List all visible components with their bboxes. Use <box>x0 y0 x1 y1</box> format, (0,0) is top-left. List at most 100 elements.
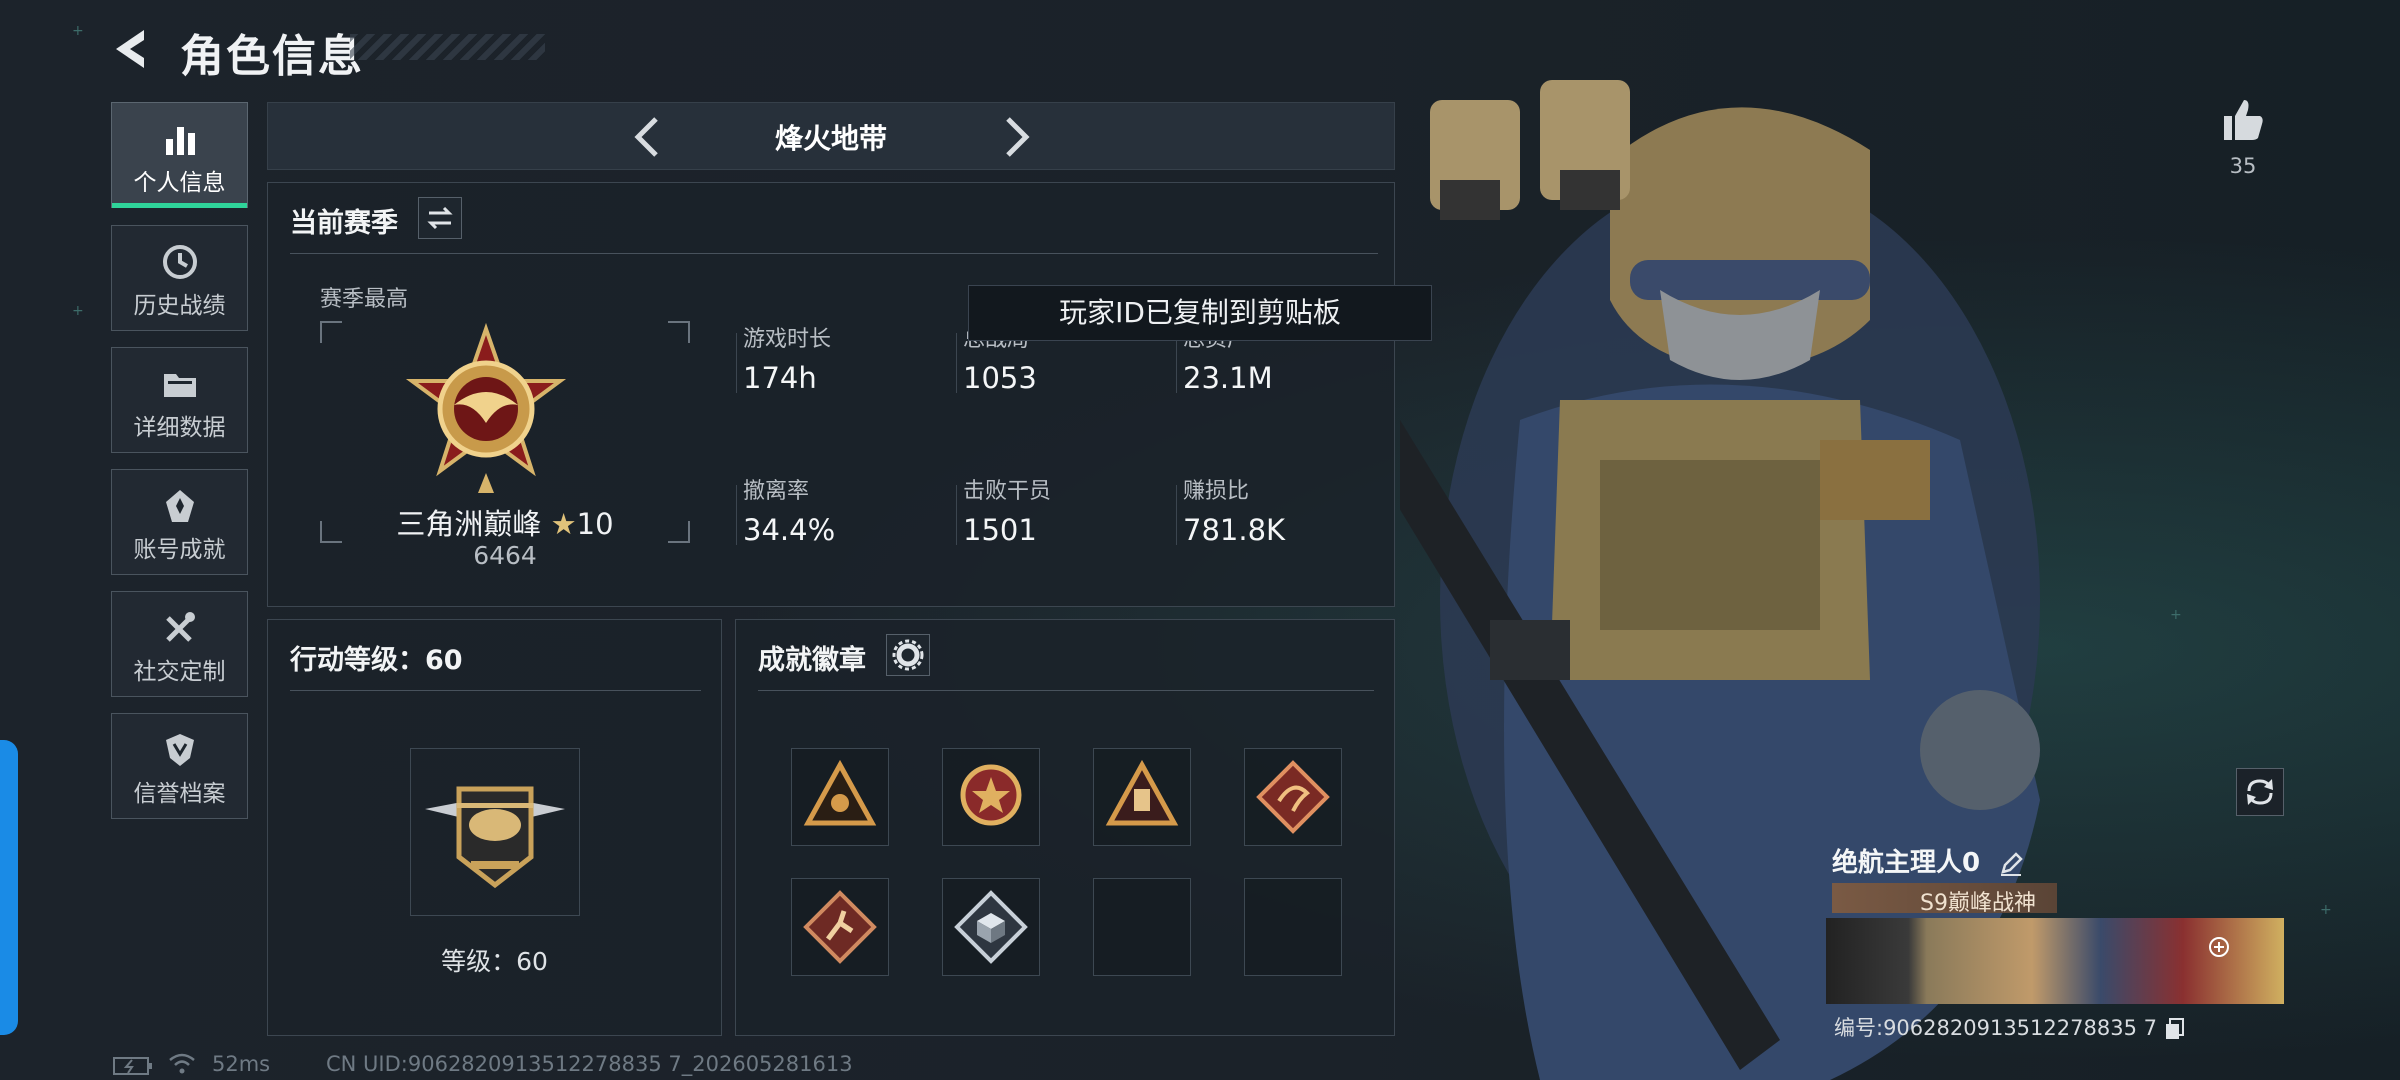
ping-text: 52ms <box>212 1052 271 1076</box>
grid-cross-decoration: + <box>72 303 84 319</box>
switch-season-button[interactable] <box>418 197 462 239</box>
helicopter-emblem-icon <box>425 786 565 889</box>
name-card-banner[interactable] <box>1826 918 2284 1004</box>
badge-slot[interactable] <box>1093 748 1191 846</box>
copy-toast: 玩家ID已复制到剪贴板 <box>968 285 1432 341</box>
hand-triangle-badge-icon <box>1105 759 1179 826</box>
stat-divider <box>1176 333 1177 393</box>
copy-icon[interactable] <box>2164 1017 2186 1041</box>
triangle-badge-icon <box>803 759 877 826</box>
sidebar-item-label: 历史战绩 <box>133 293 226 319</box>
sidebar-item-label: 信誉档案 <box>133 781 226 807</box>
action-level-panel[interactable]: 行动等级：60 等级：60 <box>267 619 722 1036</box>
player-id: 编号:9062820913512278835 7 <box>1834 1016 2157 1040</box>
stat-divider <box>736 485 737 545</box>
mode-name: 烽火地带 <box>774 122 887 155</box>
sidebar-item-credit[interactable]: 信誉档案 <box>111 713 248 819</box>
tools-icon <box>165 612 195 642</box>
stat-label: 撤离率 <box>743 479 810 504</box>
frame-corner <box>668 321 690 343</box>
sidebar-item-achievements[interactable]: 账号成就 <box>111 469 248 575</box>
season-title: 当前赛季 <box>290 208 398 239</box>
edit-icon[interactable] <box>1997 850 2025 878</box>
title-tag-text: S9巅峰战神 <box>1920 891 2036 916</box>
battery-icon <box>113 1057 152 1075</box>
stat-value: 781.8K <box>1183 513 1286 547</box>
chevron-right-icon[interactable] <box>996 115 1036 159</box>
achievement-settings-button[interactable] <box>886 634 930 676</box>
swap-icon <box>427 206 453 230</box>
rank-stars: 10 <box>576 507 614 541</box>
plus-icon[interactable] <box>2208 936 2230 958</box>
achievements-panel: 成就徽章 <box>735 619 1395 1036</box>
badge-slot-empty[interactable] <box>1244 878 1342 976</box>
mode-tab-bar: 烽火地带 <box>267 102 1395 170</box>
rank-name: 三角洲巅峰 <box>396 507 542 541</box>
stat-value: 1053 <box>963 361 1037 395</box>
badge-slot[interactable] <box>942 878 1040 976</box>
title-stripes-decoration <box>350 34 545 60</box>
badge-slot[interactable] <box>1244 748 1342 846</box>
action-level-title: 行动等级：60 <box>290 645 463 676</box>
back-arrow-icon[interactable] <box>108 24 158 74</box>
rank-emblem-icon <box>405 323 567 493</box>
level-emblem-frame <box>410 748 580 916</box>
uid-text: CN UID:9062820913512278835 7_20260528161… <box>326 1052 853 1076</box>
cube-diamond-badge-icon <box>954 890 1028 964</box>
grid-cross-decoration: + <box>2170 607 2182 623</box>
season-panel: 当前赛季 赛季最高 三角洲巅峰 ★10 6464 游戏时长 174h 总战局 1… <box>267 182 1395 607</box>
wifi-icon <box>169 1053 195 1074</box>
like-button[interactable]: 35 <box>2218 96 2268 178</box>
star-seal-badge-icon <box>960 764 1022 826</box>
stat-label: 赚损比 <box>1183 479 1250 504</box>
rank-line: 三角洲巅峰 ★10 <box>320 501 690 543</box>
star-icon: ★ <box>550 507 577 541</box>
badge-slot[interactable] <box>791 878 889 976</box>
divider <box>758 690 1374 691</box>
player-name-line: 绝航主理人0 <box>1832 842 2025 879</box>
badge-slot[interactable] <box>942 748 1040 846</box>
stat-divider <box>736 333 737 393</box>
level-text: 等级：60 <box>441 947 548 976</box>
page-title: 角色信息 <box>180 31 364 82</box>
sidebar-item-personal-info[interactable]: 个人信息 <box>111 102 248 208</box>
gear-icon <box>892 639 924 671</box>
bar-chart-icon <box>165 127 195 155</box>
divider <box>290 690 701 691</box>
thumbs-up-icon <box>2224 100 2263 140</box>
player-name: 绝航主理人0 <box>1832 848 1981 878</box>
clock-icon <box>162 245 197 279</box>
stat-divider <box>956 485 957 545</box>
runner-diamond-badge-icon <box>803 890 877 964</box>
stat-label: 击败干员 <box>963 479 1052 504</box>
stat-label: 游戏时长 <box>743 327 832 352</box>
rank-score: 6464 <box>473 541 537 570</box>
sidebar-item-label: 详细数据 <box>133 415 226 441</box>
rotate-icon <box>2247 779 2273 805</box>
season-best-label: 赛季最高 <box>320 287 409 312</box>
sidebar-item-history[interactable]: 历史战绩 <box>111 225 248 331</box>
player-id-line[interactable]: 编号:9062820913512278835 7 <box>1834 1012 2186 1042</box>
edge-handle[interactable] <box>0 740 18 1035</box>
divider <box>290 253 1378 254</box>
rotate-button[interactable] <box>2236 768 2284 816</box>
folder-icon <box>163 374 196 397</box>
sidebar-item-label: 社交定制 <box>133 659 226 685</box>
medal-icon <box>165 490 194 522</box>
grid-cross-decoration: + <box>72 23 84 39</box>
badge-slot[interactable] <box>791 748 889 846</box>
badge-slot-empty[interactable] <box>1093 878 1191 976</box>
dragon-diamond-badge-icon <box>1256 760 1330 834</box>
likes-count: 35 <box>2229 154 2257 178</box>
frame-corner <box>320 321 342 343</box>
grid-cross-decoration: + <box>2320 902 2332 918</box>
stat-value: 1501 <box>963 513 1037 547</box>
stat-value: 174h <box>743 361 817 395</box>
stat-divider <box>956 333 957 393</box>
title-tag: S9巅峰战神 <box>1832 883 2057 916</box>
sidebar-item-label: 账号成就 <box>133 537 226 563</box>
achievements-title: 成就徽章 <box>758 645 866 676</box>
sidebar-item-label: 个人信息 <box>133 170 226 196</box>
sidebar-item-detailed-data[interactable]: 详细数据 <box>111 347 248 453</box>
sidebar-item-social[interactable]: 社交定制 <box>111 591 248 697</box>
